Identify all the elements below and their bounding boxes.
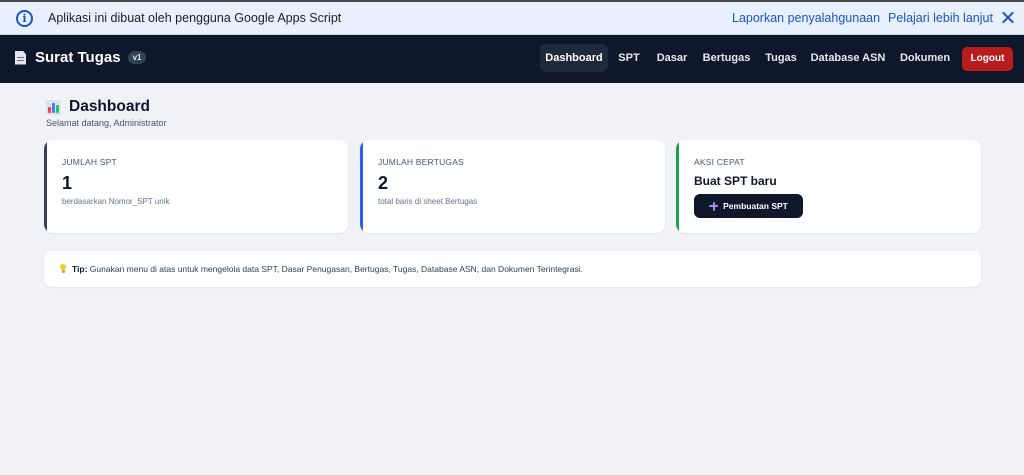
bar-chart-icon bbox=[46, 99, 61, 115]
tip-box: Tip: Gunakan menu di atas untuk mengelol… bbox=[44, 251, 981, 287]
card-label: AKSI CEPAT bbox=[694, 157, 745, 167]
tip-prefix: Tip: bbox=[72, 264, 88, 274]
card-hint: total baris di sheet Bertugas bbox=[378, 197, 478, 206]
card-jumlah-spt: JUMLAH SPT 1 berdasarkan Nomor_SPT unik bbox=[44, 140, 348, 233]
banner-message: Aplikasi ini dibuat oleh pengguna Google… bbox=[48, 11, 342, 25]
card-accent bbox=[676, 140, 679, 233]
report-abuse-link[interactable]: Laporkan penyalahgunaan bbox=[732, 11, 880, 25]
card-hint: berdasarkan Nomor_SPT unik bbox=[62, 197, 170, 206]
nav-dashboard[interactable]: Dashboard bbox=[540, 44, 608, 72]
nav-bertugas[interactable]: Bertugas bbox=[699, 44, 754, 72]
card-heading: Buat SPT baru bbox=[694, 174, 777, 188]
logout-button[interactable]: Logout bbox=[962, 47, 1013, 71]
nav-tugas[interactable]: Tugas bbox=[760, 44, 802, 72]
pembuatan-spt-button[interactable]: Pembuatan SPT bbox=[694, 194, 803, 218]
card-value: 1 bbox=[62, 173, 73, 193]
top-navbar: Surat Tugas v1 Dashboard SPT Dasar Bertu… bbox=[0, 35, 1024, 83]
card-label: JUMLAH SPT bbox=[62, 157, 117, 167]
gas-warning-banner: i Aplikasi ini dibuat oleh pengguna Goog… bbox=[0, 0, 1024, 35]
learn-more-link[interactable]: Pelajari lebih lanjut bbox=[888, 11, 993, 25]
brand-title: Surat Tugas bbox=[35, 49, 121, 66]
card-accent bbox=[44, 140, 47, 233]
plus-icon bbox=[709, 201, 719, 211]
card-label: JUMLAH BERTUGAS bbox=[378, 157, 464, 167]
nav-dokumen[interactable]: Dokumen bbox=[894, 44, 956, 72]
tip-body: Gunakan menu di atas untuk mengelola dat… bbox=[87, 264, 583, 274]
document-icon bbox=[15, 50, 26, 65]
tip-text: Tip: Gunakan menu di atas untuk mengelol… bbox=[72, 264, 583, 274]
card-jumlah-bertugas: JUMLAH BERTUGAS 2 total baris di sheet B… bbox=[360, 140, 665, 233]
version-badge: v1 bbox=[127, 51, 147, 64]
card-accent bbox=[360, 140, 363, 233]
page-title: Dashboard bbox=[46, 98, 150, 116]
card-aksi-cepat: AKSI CEPAT Buat SPT baru Pembuatan SPT bbox=[676, 140, 981, 233]
nav-dasar[interactable]: Dasar bbox=[651, 44, 693, 72]
page-title-text: Dashboard bbox=[69, 98, 150, 115]
info-icon: i bbox=[16, 10, 33, 27]
button-label: Pembuatan SPT bbox=[723, 201, 788, 211]
brand[interactable]: Surat Tugas v1 bbox=[15, 49, 147, 66]
nav-database-asn[interactable]: Database ASN bbox=[808, 44, 888, 72]
lightbulb-icon bbox=[60, 264, 66, 273]
card-value: 2 bbox=[378, 173, 389, 193]
nav-spt[interactable]: SPT bbox=[613, 44, 645, 72]
welcome-subtitle: Selamat datang, Administrator bbox=[46, 118, 167, 128]
close-icon[interactable] bbox=[998, 8, 1018, 28]
